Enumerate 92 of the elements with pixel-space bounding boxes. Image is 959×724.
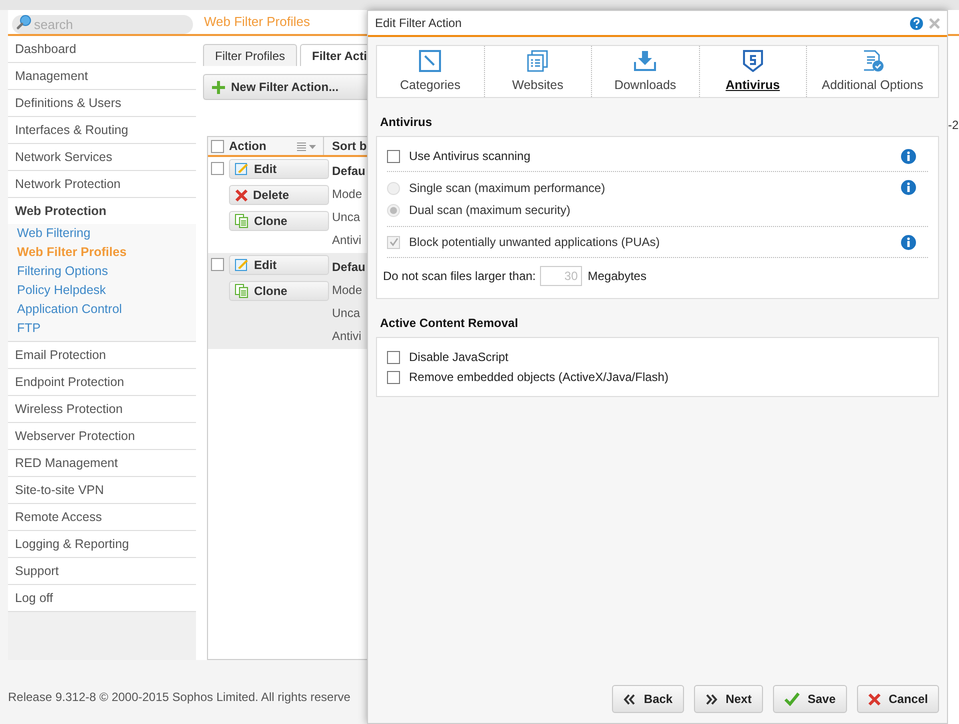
sidebar-item[interactable]: Site-to-site VPN — [8, 477, 196, 503]
sidebar-item[interactable]: Web Protection — [8, 198, 196, 224]
column-header: Sort b — [331, 138, 367, 155]
sidebar-item[interactable]: Webserver Protection — [8, 423, 196, 449]
sidebar-link[interactable]: Policy Helpdesk — [8, 281, 196, 300]
info-icon[interactable] — [901, 149, 916, 164]
column-menu-icon[interactable] — [297, 142, 317, 150]
delete-button[interactable]: Delete — [229, 185, 329, 205]
clone-icon — [235, 284, 249, 298]
document-check-icon — [862, 50, 884, 72]
double-chevron-right-icon — [704, 694, 718, 704]
edit-button[interactable]: Edit — [229, 255, 329, 275]
info-icon[interactable] — [901, 180, 916, 195]
cell-text: Antivi — [332, 232, 362, 248]
clone-icon — [235, 214, 249, 228]
checkbox-label: Use Antivirus scanning — [409, 148, 530, 165]
double-chevron-left-icon — [622, 694, 636, 704]
section-heading: Antivirus — [379, 114, 434, 131]
edit-button[interactable]: Edit — [229, 159, 329, 179]
tab[interactable]: Websites — [484, 46, 591, 97]
radio-label: Dual scan (maximum security) — [409, 202, 570, 219]
search-field[interactable]: search — [12, 14, 193, 34]
radio-label: Single scan (maximum performance) — [409, 180, 606, 197]
sidebar-link[interactable]: Web Filtering — [8, 224, 196, 243]
checkbox-label: Disable JavaScript — [409, 349, 508, 366]
sidebar-item[interactable]: Dashboard — [8, 36, 196, 62]
checkbox[interactable] — [211, 258, 224, 271]
cell-text: Mode — [332, 186, 364, 202]
checkbox-label: Block potentially unwanted applications (PUAs) — [409, 234, 660, 251]
sidebar-item[interactable]: Wireless Protection — [8, 396, 196, 422]
text-fragment: -2 — [948, 117, 959, 134]
info-icon[interactable] — [901, 235, 916, 250]
checkmark-icon — [784, 692, 800, 706]
new-filter-action-button[interactable]: New Filter Action... — [203, 74, 367, 100]
tab[interactable]: Additional Options — [806, 46, 938, 97]
sidebar-item[interactable]: RED Management — [8, 450, 196, 476]
checkbox[interactable] — [211, 162, 224, 175]
checkbox[interactable] — [387, 150, 400, 162]
tab[interactable]: Filter Acti — [300, 44, 367, 66]
clone-button[interactable]: Clone — [229, 281, 329, 301]
sidebar-link[interactable]: Filtering Options — [8, 262, 196, 281]
unit-label: Megabytes — [588, 268, 646, 285]
dialog-title: Edit Filter Action — [375, 15, 462, 32]
tab[interactable]: Antivirus — [698, 46, 806, 97]
clone-button[interactable]: Clone — [229, 211, 329, 231]
checkbox[interactable] — [387, 370, 400, 384]
tab[interactable]: Downloads — [591, 46, 698, 97]
sidebar-item[interactable]: Logging & Reporting — [8, 531, 196, 557]
cell-text: Antivi — [332, 328, 362, 344]
square-slash-icon — [419, 50, 442, 72]
tab[interactable]: Filter Profiles — [203, 44, 298, 66]
footer-text: Release 9.312-8 © 2000-2015 Sophos Limited. All rights reserve — [8, 689, 352, 706]
cell-text: Unca — [332, 208, 362, 226]
edit-icon — [235, 162, 249, 176]
sidebar-item[interactable]: Endpoint Protection — [8, 369, 196, 395]
cell-text: Defau — [332, 162, 366, 180]
sidebar-item[interactable]: Email Protection — [8, 342, 196, 368]
tab[interactable]: Categories — [377, 46, 484, 97]
checkbox-label: Remove embedded objects (ActiveX/Java/Flash) — [409, 369, 668, 386]
edit-icon — [235, 258, 249, 272]
checkbox[interactable] — [211, 140, 224, 152]
back-button[interactable]: Back — [612, 685, 684, 713]
cancel-button[interactable]: Cancel — [856, 685, 939, 713]
save-button[interactable]: Save — [772, 685, 847, 713]
next-button[interactable]: Next — [694, 685, 763, 713]
field-label: Do not scan files larger than: — [383, 268, 536, 285]
sidebar-item[interactable]: Management — [8, 63, 196, 89]
sidebar-item[interactable]: Definitions & Users — [8, 90, 196, 116]
shield-icon — [742, 50, 763, 72]
sidebar-item[interactable]: Support — [8, 558, 196, 584]
sidebar-item[interactable]: Network Protection — [8, 171, 196, 197]
cell-text: Mode — [332, 282, 364, 298]
sidebar-item[interactable]: Remote Access — [8, 504, 196, 530]
close-icon — [868, 692, 881, 706]
documents-icon — [526, 50, 549, 72]
page-title: Web Filter Profiles — [204, 13, 310, 32]
checkbox[interactable] — [387, 350, 400, 364]
cell-text: Unca — [332, 304, 362, 322]
section-heading: Active Content Removal — [379, 315, 520, 332]
sidebar-item[interactable]: Log off — [8, 585, 196, 611]
search-icon — [16, 14, 32, 30]
sidebar-item[interactable]: Network Services — [8, 144, 196, 170]
sidebar-item[interactable]: Interfaces & Routing — [8, 117, 196, 143]
help-icon[interactable] — [910, 16, 923, 30]
close-icon[interactable] — [929, 18, 940, 28]
column-header: Action — [229, 138, 266, 155]
cell-text: Defau — [332, 258, 366, 276]
plus-icon — [212, 80, 225, 94]
download-icon — [634, 50, 656, 72]
delete-icon — [235, 188, 248, 202]
sidebar-link[interactable]: FTP — [8, 319, 196, 338]
sidebar-link[interactable]: Application Control — [8, 300, 196, 319]
